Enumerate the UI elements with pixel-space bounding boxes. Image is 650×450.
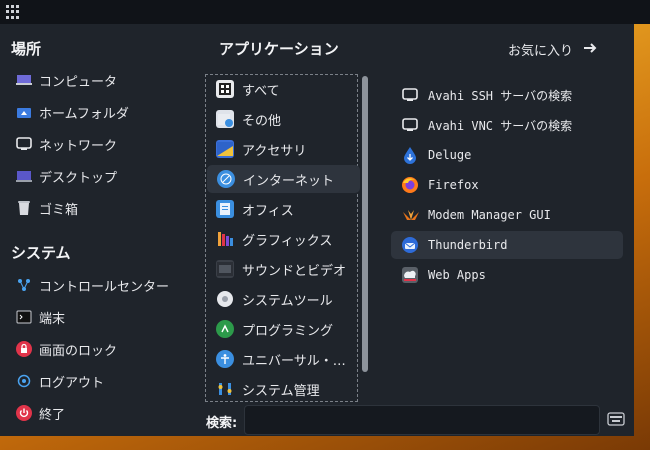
terminal-icon bbox=[16, 309, 32, 325]
desktop-icon bbox=[16, 168, 32, 184]
app-thunderbird[interactable]: Thunderbird bbox=[391, 231, 623, 259]
power-icon bbox=[16, 405, 32, 421]
place-desktop[interactable]: デスクトップ bbox=[8, 162, 192, 190]
avahi-ssh-icon bbox=[401, 86, 419, 104]
app-avahi-vnc[interactable]: Avahi VNC サーバの検索 bbox=[391, 111, 623, 139]
top-panel bbox=[0, 0, 650, 24]
place-home-folder[interactable]: ホームフォルダ bbox=[8, 98, 192, 126]
accessories-icon bbox=[216, 140, 234, 158]
all-apps-icon bbox=[216, 80, 234, 98]
firefox-icon bbox=[401, 176, 419, 194]
network-icon bbox=[16, 136, 32, 152]
favorites-button[interactable]: お気に入り bbox=[508, 40, 597, 59]
system-shutdown[interactable]: 終了 bbox=[8, 399, 192, 427]
app-deluge[interactable]: Deluge bbox=[391, 141, 623, 169]
category-graphics[interactable]: グラフィックス bbox=[206, 225, 357, 253]
lock-icon bbox=[16, 341, 32, 357]
category-list: すべて その他 アクセサリ インターネット オフィス グラフィックス サウンドと… bbox=[205, 74, 360, 403]
category-accessories[interactable]: アクセサリ bbox=[206, 135, 357, 163]
applications-title: アプリケーション bbox=[219, 40, 339, 58]
app-firefox[interactable]: Firefox bbox=[391, 171, 623, 199]
category-scrollbar[interactable] bbox=[362, 76, 368, 372]
category-universal-access[interactable]: ユニバーサル・… bbox=[206, 345, 357, 373]
thunderbird-icon bbox=[401, 236, 419, 254]
app-avahi-ssh[interactable]: Avahi SSH サーバの検索 bbox=[391, 81, 623, 109]
places-panel: 場所 コンピュータ ホームフォルダ ネットワーク デスクトップ ゴミ箱 システム… bbox=[0, 24, 196, 436]
system-terminal[interactable]: 端末 bbox=[8, 303, 192, 331]
sound-video-icon bbox=[216, 260, 234, 278]
app-modem-manager[interactable]: Modem Manager GUI bbox=[391, 201, 623, 229]
web-apps-icon bbox=[401, 266, 419, 284]
keyboard-icon[interactable] bbox=[606, 410, 626, 428]
category-system-tools[interactable]: システムツール bbox=[206, 285, 357, 313]
computer-icon bbox=[16, 72, 32, 88]
system-logout[interactable]: ログアウト bbox=[8, 367, 192, 395]
category-administration[interactable]: システム管理 bbox=[206, 375, 357, 403]
system-tools-icon bbox=[216, 290, 234, 308]
search-input[interactable] bbox=[244, 405, 600, 435]
place-trash[interactable]: ゴミ箱 bbox=[8, 194, 192, 222]
administration-icon bbox=[216, 380, 234, 398]
app-grid-icon[interactable] bbox=[6, 5, 20, 19]
office-icon bbox=[216, 200, 234, 218]
internet-icon bbox=[217, 170, 235, 188]
other-icon bbox=[216, 110, 234, 128]
category-other[interactable]: その他 bbox=[206, 105, 357, 133]
modem-manager-icon bbox=[401, 206, 419, 224]
system-lock-screen[interactable]: 画面のロック bbox=[8, 335, 192, 363]
programming-icon bbox=[216, 320, 234, 338]
category-all[interactable]: すべて bbox=[206, 75, 357, 103]
logout-icon bbox=[16, 373, 32, 389]
place-computer[interactable]: コンピュータ bbox=[8, 66, 192, 94]
system-control-center[interactable]: コントロールセンター bbox=[8, 271, 192, 299]
graphics-icon bbox=[216, 230, 234, 248]
deluge-icon bbox=[401, 146, 419, 164]
place-network[interactable]: ネットワーク bbox=[8, 130, 192, 158]
app-web-apps[interactable]: Web Apps bbox=[391, 261, 623, 289]
category-programming[interactable]: プログラミング bbox=[206, 315, 357, 343]
avahi-vnc-icon bbox=[401, 116, 419, 134]
control-center-icon bbox=[16, 277, 32, 293]
category-internet[interactable]: インターネット bbox=[207, 165, 360, 193]
arrow-right-icon bbox=[583, 42, 597, 58]
category-sound-video[interactable]: サウンドとビデオ bbox=[206, 255, 357, 283]
system-title: システム bbox=[11, 244, 71, 262]
home-folder-icon bbox=[16, 104, 32, 120]
search-label: 検索: bbox=[206, 416, 238, 431]
category-office[interactable]: オフィス bbox=[206, 195, 357, 223]
application-menu: 場所 コンピュータ ホームフォルダ ネットワーク デスクトップ ゴミ箱 システム… bbox=[0, 24, 634, 436]
trash-icon bbox=[16, 200, 32, 216]
places-title: 場所 bbox=[11, 40, 42, 58]
universal-access-icon bbox=[216, 350, 234, 368]
